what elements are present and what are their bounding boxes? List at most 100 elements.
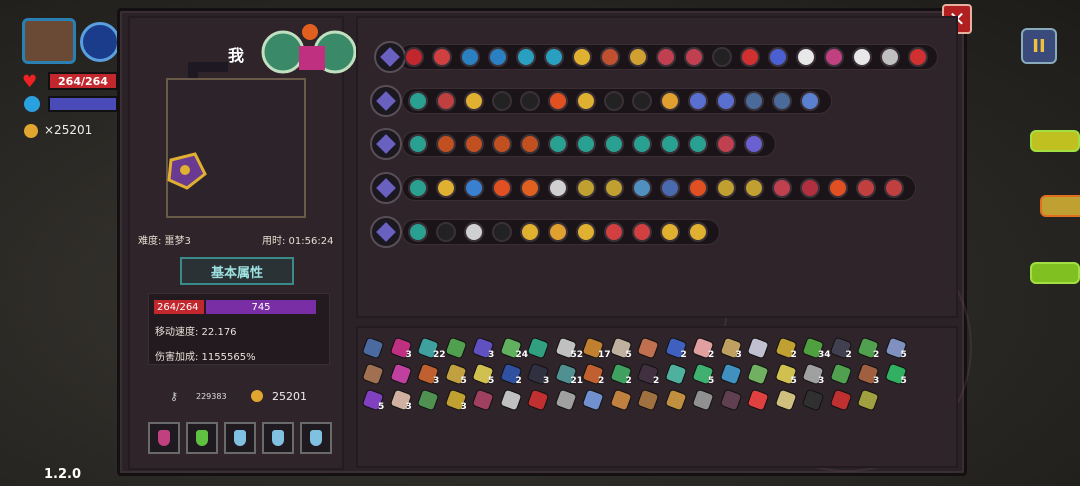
inventory-item[interactable]: 2 — [691, 336, 716, 361]
equipment-slot[interactable] — [408, 91, 428, 111]
inventory-item[interactable] — [526, 336, 551, 361]
equipment-slot[interactable] — [548, 91, 568, 111]
equipment-slot[interactable] — [576, 134, 596, 154]
inventory-item[interactable] — [828, 388, 854, 413]
equipment-slot[interactable] — [744, 134, 764, 154]
inventory-item[interactable]: 5 — [691, 362, 716, 387]
inventory-item[interactable]: 5 — [608, 336, 634, 361]
equipment-slot[interactable] — [884, 178, 904, 198]
equipment-slot[interactable] — [688, 178, 708, 198]
equipment-slot[interactable] — [744, 91, 764, 111]
inventory-item[interactable] — [801, 388, 826, 413]
inventory-item[interactable] — [608, 388, 634, 413]
equipment-slot[interactable] — [548, 178, 568, 198]
inventory-item[interactable]: 3 — [718, 336, 744, 361]
equipment-slot[interactable] — [660, 134, 680, 154]
equipment-slot[interactable] — [548, 134, 568, 154]
equipment-slot[interactable] — [520, 134, 540, 154]
inventory-item[interactable] — [388, 362, 414, 387]
equipment-slot[interactable] — [712, 47, 732, 67]
equipment-slot[interactable] — [492, 134, 512, 154]
equipment-slot[interactable] — [492, 91, 512, 111]
equipment-slot[interactable] — [572, 47, 592, 67]
equipment-slot[interactable] — [716, 91, 736, 111]
trident-icon[interactable] — [370, 172, 402, 204]
equipment-slot[interactable] — [772, 91, 792, 111]
inventory-item[interactable] — [526, 388, 551, 413]
equipment-slot[interactable] — [772, 178, 792, 198]
inventory-item[interactable]: 21 — [553, 362, 583, 387]
equipment-slot[interactable] — [408, 134, 428, 154]
equipment-slot[interactable] — [492, 178, 512, 198]
inventory-item[interactable] — [718, 362, 744, 387]
inventory-item[interactable]: 2 — [608, 362, 634, 387]
equipment-slot[interactable] — [408, 178, 428, 198]
equipment-slot[interactable] — [600, 47, 620, 67]
equipment-slot[interactable] — [464, 91, 484, 111]
equipment-slot[interactable] — [796, 47, 816, 67]
equipment-slot[interactable] — [632, 91, 652, 111]
equipment-slot[interactable] — [688, 222, 708, 242]
equipment-slot[interactable] — [604, 222, 624, 242]
inventory-item[interactable]: 52 — [553, 336, 583, 361]
potion-slot[interactable] — [224, 422, 256, 454]
equipment-slot[interactable] — [660, 91, 680, 111]
inventory-item[interactable]: 2 — [828, 336, 854, 361]
inventory-item[interactable] — [581, 388, 606, 413]
equipment-slot[interactable] — [632, 134, 652, 154]
equipment-slot[interactable] — [856, 178, 876, 198]
inventory-item[interactable]: 5 — [773, 362, 799, 387]
equipment-slot[interactable] — [660, 222, 680, 242]
equipment-slot[interactable] — [744, 178, 764, 198]
inventory-item[interactable] — [856, 388, 881, 413]
equipment-slot[interactable] — [800, 91, 820, 111]
inventory-item[interactable]: 17 — [581, 336, 611, 361]
equipment-slot[interactable] — [404, 47, 424, 67]
inventory-item[interactable]: 24 — [498, 336, 528, 361]
equipment-slot[interactable] — [520, 178, 540, 198]
equipment-slot[interactable] — [688, 91, 708, 111]
inventory-item[interactable] — [718, 388, 744, 413]
inventory-item[interactable]: 3 — [416, 362, 441, 387]
inventory-item[interactable] — [361, 362, 386, 387]
equipment-slot[interactable] — [436, 134, 456, 154]
inventory-item[interactable]: 5 — [883, 336, 909, 361]
potion-slot[interactable] — [148, 422, 180, 454]
inventory-item[interactable] — [773, 388, 799, 413]
equipment-slot[interactable] — [520, 91, 540, 111]
inventory-item[interactable] — [636, 388, 661, 413]
equipment-slot[interactable] — [800, 178, 820, 198]
equipment-slot[interactable] — [464, 222, 484, 242]
potion-slot[interactable] — [262, 422, 294, 454]
inventory-item[interactable]: 2 — [856, 336, 881, 361]
inventory-item[interactable] — [828, 362, 854, 387]
equipment-slot[interactable] — [880, 47, 900, 67]
equipment-slot[interactable] — [688, 134, 708, 154]
inventory-item[interactable] — [553, 388, 579, 413]
inventory-item[interactable] — [746, 336, 771, 361]
inventory-item[interactable]: 2 — [663, 336, 689, 361]
equipment-slot[interactable] — [632, 178, 652, 198]
pause-button[interactable]: II — [1021, 28, 1057, 64]
equipment-slot[interactable] — [576, 222, 596, 242]
inventory-item[interactable]: 2 — [636, 362, 661, 387]
equipment-slot[interactable] — [768, 47, 788, 67]
inventory-item[interactable]: 3 — [388, 336, 414, 361]
inventory-item[interactable] — [361, 336, 386, 361]
inventory-item[interactable]: 5 — [443, 362, 469, 387]
equipment-slot[interactable] — [492, 222, 512, 242]
inventory-item[interactable]: 5 — [361, 388, 386, 413]
inventory-item[interactable]: 22 — [416, 336, 446, 361]
inventory-item[interactable]: 3 — [443, 388, 469, 413]
equipment-slot[interactable] — [436, 222, 456, 242]
equipment-slot[interactable] — [828, 178, 848, 198]
equipment-slot[interactable] — [852, 47, 872, 67]
inventory-item[interactable] — [636, 336, 661, 361]
equipment-slot[interactable] — [656, 47, 676, 67]
wand-icon[interactable] — [370, 216, 402, 248]
basic-attributes-button[interactable]: 基本属性 — [180, 257, 294, 285]
inventory-item[interactable]: 2 — [773, 336, 799, 361]
equipment-slot[interactable] — [436, 91, 456, 111]
potion-slot[interactable] — [186, 422, 218, 454]
equipment-slot[interactable] — [516, 47, 536, 67]
